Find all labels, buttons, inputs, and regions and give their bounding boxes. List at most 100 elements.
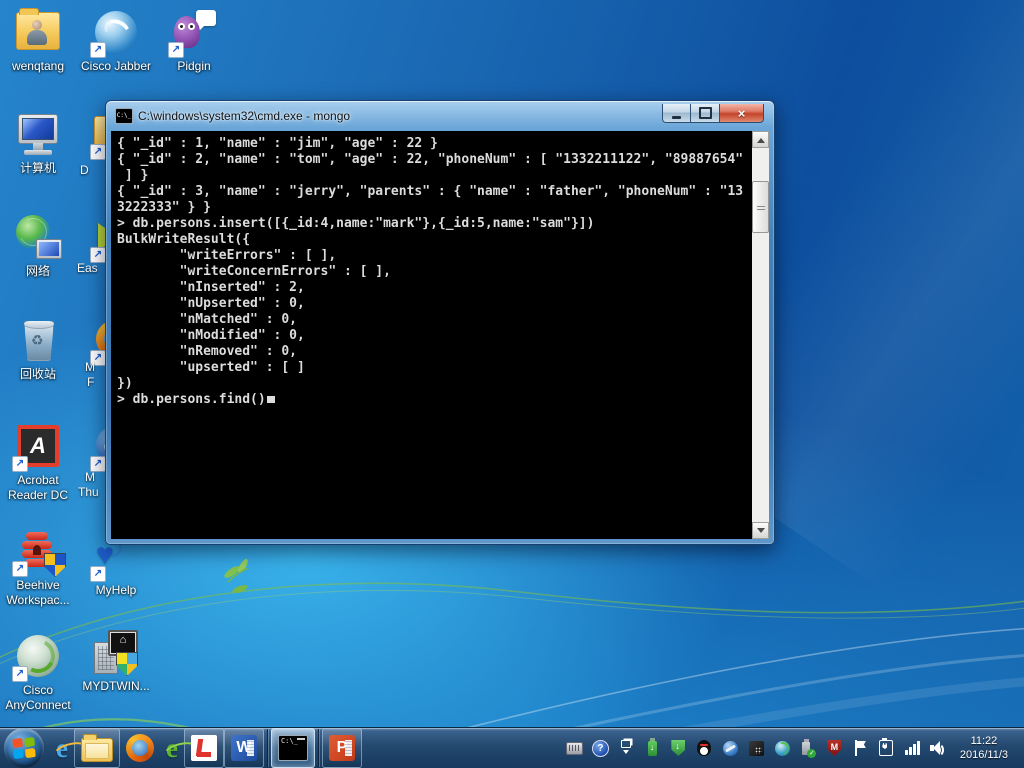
system-tray: ? 11:22 2016/11/3: [565, 734, 1024, 762]
shortcut-arrow-icon: ↗: [12, 666, 28, 682]
action-center-flag-icon[interactable]: [852, 740, 869, 757]
folder-icon: [14, 8, 62, 56]
scrollbar-thumb[interactable]: [752, 181, 769, 233]
taskbar-internet-explorer[interactable]: e: [50, 728, 74, 768]
shortcut-arrow-icon: ↗: [12, 456, 28, 472]
window-titlebar[interactable]: C:\_ C:\windows\system32\cmd.exe - mongo…: [106, 101, 774, 131]
taskbar-green-browser[interactable]: e: [160, 728, 184, 768]
explorer-folder-icon: [80, 734, 113, 762]
maximize-button[interactable]: [691, 104, 719, 123]
taskbar-clock[interactable]: 11:22 2016/11/3: [956, 734, 1016, 762]
shortcut-arrow-icon: ↗: [90, 566, 106, 582]
beehive-icon: ↗: [12, 527, 66, 577]
partial-label: M: [85, 470, 95, 484]
start-button[interactable]: [4, 728, 44, 768]
msdn-swirl-icon[interactable]: [722, 740, 739, 757]
desktop: wenqtang ↗ Cisco Jabber ↗ Pidgin 计算机 网络 …: [0, 0, 1024, 768]
anyconnect-icon: ↗: [12, 632, 62, 682]
clock-time: 11:22: [970, 735, 998, 747]
partial-label: F: [87, 375, 95, 389]
shortcut-arrow-icon: ↗: [90, 42, 106, 58]
icon-label: wenqtang: [11, 59, 65, 73]
usb-drive-icon[interactable]: [644, 737, 661, 757]
pidgin-icon: ↗: [168, 8, 218, 58]
leaf-sprig: [224, 558, 249, 593]
icon-label: Acrobat Reader DC: [7, 473, 69, 502]
cisco-jabber-icon: ↗: [90, 8, 140, 58]
taskbar-windows-explorer[interactable]: [73, 728, 120, 768]
volume-icon[interactable]: [930, 740, 947, 757]
partial-label: M: [85, 360, 95, 374]
desktop-icon-beehive[interactable]: ↗ Beehive Workspac...: [0, 527, 76, 608]
scroll-up-button[interactable]: [752, 131, 769, 148]
desktop-icon-wenqtang[interactable]: wenqtang: [0, 8, 76, 74]
terminal-scrollbar[interactable]: [752, 131, 769, 539]
shortcut-arrow-icon: ↗: [90, 144, 106, 160]
cmd-icon: [277, 735, 308, 761]
firefox-icon: [125, 734, 154, 762]
close-button[interactable]: ×: [719, 104, 764, 123]
letv-icon: [190, 735, 217, 761]
mcafee-icon[interactable]: [826, 740, 843, 757]
cmd-window: C:\_ C:\windows\system32\cmd.exe - mongo…: [105, 100, 775, 545]
icon-label: 回收站: [19, 367, 56, 381]
desktop-icon-computer[interactable]: 计算机: [0, 110, 76, 176]
desktop-icon-pidgin[interactable]: ↗ Pidgin: [156, 8, 232, 74]
terminal-client-area: { "_id" : 1, "name" : "jim", "age" : 22 …: [111, 131, 769, 539]
clipboard-plug-icon[interactable]: [878, 738, 895, 757]
green-browser-icon: e: [165, 732, 178, 763]
icon-label: MYDTWIN...: [82, 679, 150, 693]
windows-logo-icon: [12, 736, 36, 760]
icon-label: 计算机: [19, 161, 56, 175]
icon-label: Beehive Workspac...: [6, 578, 70, 607]
taskbar-separator: [317, 729, 319, 767]
usb-eject-icon[interactable]: [800, 738, 817, 758]
keyboard-icon[interactable]: [565, 740, 583, 757]
green-shield-icon[interactable]: [670, 740, 687, 757]
cmd-window-icon: C:\_: [115, 108, 133, 124]
shortcut-arrow-icon: ↗: [12, 561, 28, 577]
scroll-down-button[interactable]: [752, 522, 769, 539]
acrobat-icon: A ↗: [12, 422, 62, 472]
taskbar-firefox[interactable]: [120, 728, 160, 768]
computer-icon: [14, 110, 62, 158]
qq-icon[interactable]: [696, 740, 713, 757]
taskbar-powerpoint[interactable]: P: [321, 728, 362, 768]
show-hidden-icons-button[interactable]: [618, 739, 635, 757]
shortcut-arrow-icon: ↗: [168, 42, 184, 58]
partial-label: Thu: [78, 485, 99, 499]
window-title: C:\windows\system32\cmd.exe - mongo: [138, 109, 351, 123]
icon-label: Cisco Jabber: [80, 59, 152, 73]
terminal-output[interactable]: { "_id" : 1, "name" : "jim", "age" : 22 …: [111, 131, 752, 539]
network-icon: [14, 213, 62, 261]
taskbar-separator: [266, 729, 268, 767]
taskbar-cmd[interactable]: [270, 728, 315, 768]
desktop-icon-cisco-jabber[interactable]: ↗ Cisco Jabber: [78, 8, 154, 74]
icon-label: Cisco AnyConnect: [5, 683, 71, 712]
terminal-cursor: [266, 396, 275, 403]
desktop-icon-mydtwin[interactable]: MYDTWIN...: [78, 628, 154, 694]
network-signal-icon[interactable]: [904, 740, 921, 757]
taskbar-word[interactable]: W: [223, 728, 264, 768]
globe-icon[interactable]: [774, 740, 791, 757]
partial-label: D: [80, 163, 89, 177]
partial-label: Eas: [77, 261, 98, 275]
desktop-icon-cisco-anyconnect[interactable]: ↗ Cisco AnyConnect: [0, 632, 76, 713]
window-controls: ×: [662, 104, 764, 123]
desktop-icon-network[interactable]: 网络: [0, 213, 76, 279]
internet-explorer-icon: e: [56, 732, 68, 763]
mydtwin-icon: [92, 628, 140, 676]
clock-date: 2016/11/3: [959, 749, 1008, 761]
taskbar: e e W P ? 11:22 2016/11/3: [0, 727, 1024, 768]
desktop-icon-recycle-bin[interactable]: 回收站: [0, 316, 76, 382]
word-icon: W: [230, 735, 257, 761]
icon-label: Pidgin: [177, 59, 211, 73]
help-icon[interactable]: ?: [591, 739, 609, 757]
minimize-button[interactable]: [662, 104, 691, 123]
recycle-bin-icon: [14, 316, 62, 364]
app-grid-icon[interactable]: [748, 740, 765, 757]
icon-label: 网络: [25, 264, 50, 278]
powerpoint-icon: P: [328, 735, 355, 761]
desktop-icon-acrobat[interactable]: A ↗ Acrobat Reader DC: [0, 422, 76, 503]
icon-label: MyHelp: [95, 583, 137, 597]
